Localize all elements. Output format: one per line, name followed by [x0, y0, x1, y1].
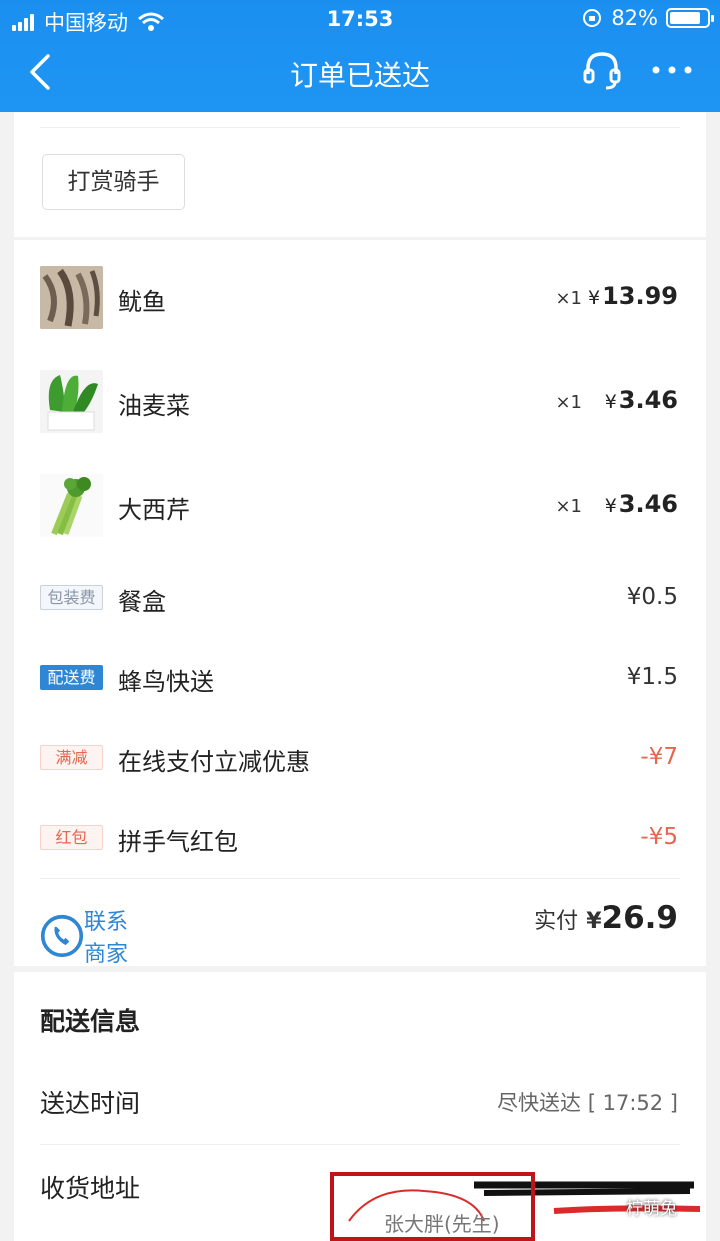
fee-row: 红包 拼手气红包 -¥5 [14, 820, 706, 856]
fee-name: 拼手气红包 [118, 828, 238, 856]
customer-service-icon[interactable] [582, 50, 622, 92]
item-qty: ×1 [555, 392, 582, 413]
contact-label: 联系商家 [84, 910, 129, 967]
packaging-fee-badge: 包装费 [40, 585, 103, 610]
fee-amount: ¥0.5 [626, 584, 678, 610]
header-bar: 中国移动 17:53 82% 订单已送达 [0, 0, 720, 112]
contact-merchant-button[interactable]: 联系商家 [40, 904, 128, 968]
status-bar: 中国移动 17:53 82% [0, 0, 720, 38]
item-name: 大西芹 [118, 496, 190, 524]
list-item: 油麦菜 ×1 ¥3.46 [14, 370, 706, 434]
discount-badge: 满减 [40, 745, 103, 770]
fee-amount: -¥7 [640, 744, 678, 770]
delivery-time-label: 送达时间 [40, 1089, 141, 1118]
item-name: 鱿鱼 [118, 288, 166, 316]
red-packet-badge: 红包 [40, 825, 103, 850]
battery-percent: 82% [611, 6, 658, 30]
tip-rider-button[interactable]: 打赏骑手 [42, 154, 185, 210]
lettuce-image [40, 370, 103, 433]
celery-image [40, 474, 103, 537]
fee-amount: -¥5 [640, 824, 678, 850]
fee-name: 蜂鸟快送 [118, 668, 214, 696]
rotation-lock-icon [583, 9, 602, 27]
phone-icon [40, 914, 84, 958]
highlight-box [330, 1172, 535, 1241]
list-item: 大西芹 ×1 ¥3.46 [14, 474, 706, 538]
watermark: 柠萌兔 [626, 1199, 677, 1219]
fee-row: 满减 在线支付立减优惠 -¥7 [14, 740, 706, 776]
divider [40, 127, 680, 128]
delivery-fee-badge: 配送费 [40, 665, 103, 690]
total-paid: 实付 ¥26.9 [534, 900, 678, 936]
order-items-section: 鱿鱼 ×1 ¥13.99 油麦菜 ×1 ¥3.46 大西芹 ×1 ¥3.46 包… [14, 240, 706, 968]
fee-name: 餐盒 [118, 588, 166, 616]
delivery-time-value: 尽快送达 [ 17:52 ] [497, 1091, 678, 1115]
item-qty: ×1 [555, 288, 582, 309]
item-qty: ×1 [555, 496, 582, 517]
tip-section: 打赏骑手 [14, 112, 706, 237]
item-price: ¥13.99 [587, 282, 678, 310]
battery-icon [666, 8, 714, 28]
fee-amount: ¥1.5 [626, 664, 678, 690]
more-options-icon[interactable] [650, 60, 694, 80]
section-title: 配送信息 [40, 1007, 141, 1036]
item-price: ¥3.46 [604, 386, 678, 414]
nav-bar: 订单已送达 [0, 38, 720, 108]
item-price: ¥3.46 [604, 490, 678, 518]
address-label: 收货地址 [40, 1174, 141, 1203]
delivery-info-section: 配送信息 送达时间 尽快送达 [ 17:52 ] 收货地址 张大胖(先生) 柠萌… [14, 972, 706, 1241]
item-name: 油麦菜 [118, 392, 190, 420]
fee-name: 在线支付立减优惠 [118, 748, 310, 776]
divider [40, 1144, 680, 1145]
fee-row: 配送费 蜂鸟快送 ¥1.5 [14, 660, 706, 696]
fee-row: 包装费 餐盒 ¥0.5 [14, 580, 706, 616]
list-item: 鱿鱼 ×1 ¥13.99 [14, 266, 706, 330]
divider [40, 878, 680, 879]
squid-image [40, 266, 103, 329]
